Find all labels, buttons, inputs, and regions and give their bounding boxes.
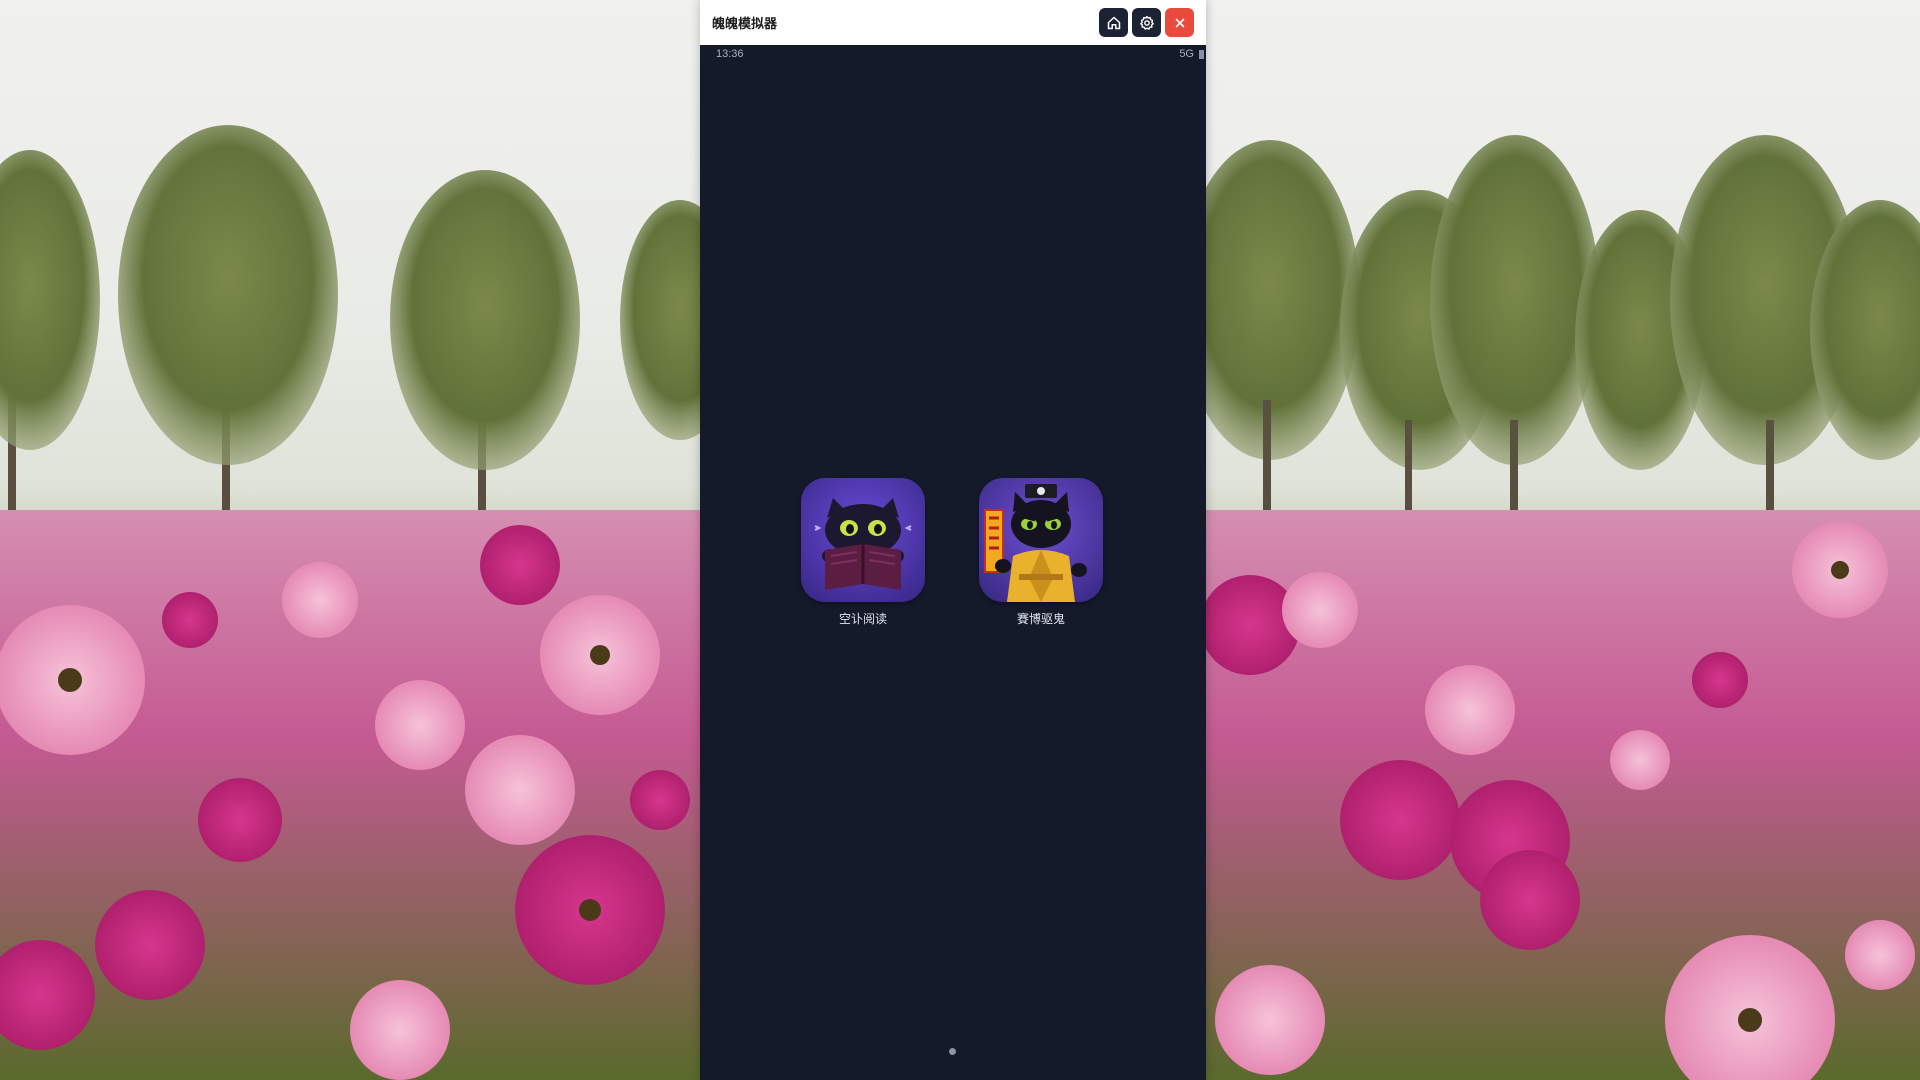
emulator-titlebar[interactable]: 魄魄模拟器 [700, 0, 1206, 45]
network-indicator: 5G [1179, 48, 1194, 60]
page-indicator-dot [949, 1048, 956, 1055]
window-title: 魄魄模拟器 [712, 17, 778, 32]
gear-icon [1139, 15, 1154, 30]
status-time: 13:36 [716, 48, 744, 60]
settings-button[interactable] [1132, 8, 1161, 37]
app-label: 空讣阅读 [838, 612, 887, 626]
app-kongfu-reading[interactable]: 空讣阅读 [788, 478, 938, 627]
close-button[interactable] [1165, 8, 1194, 37]
app-label: 賽博驱鬼 [1016, 612, 1065, 626]
close-icon [1175, 18, 1184, 27]
cat-taoist-exorcist-icon [979, 478, 1103, 602]
emulator-window: 魄魄模拟器 13:36 5G 空讣阅读 賽博驱鬼 [700, 0, 1206, 1080]
battery-icon [1199, 50, 1204, 59]
status-bar: 13:36 5G [700, 45, 1206, 63]
app-cyber-exorcist[interactable]: 賽博驱鬼 [966, 478, 1116, 627]
home-button[interactable] [1099, 8, 1128, 37]
cat-reading-book-icon [801, 478, 925, 602]
phone-screen: 13:36 5G 空讣阅读 賽博驱鬼 [700, 45, 1206, 1080]
home-icon [1107, 16, 1120, 29]
